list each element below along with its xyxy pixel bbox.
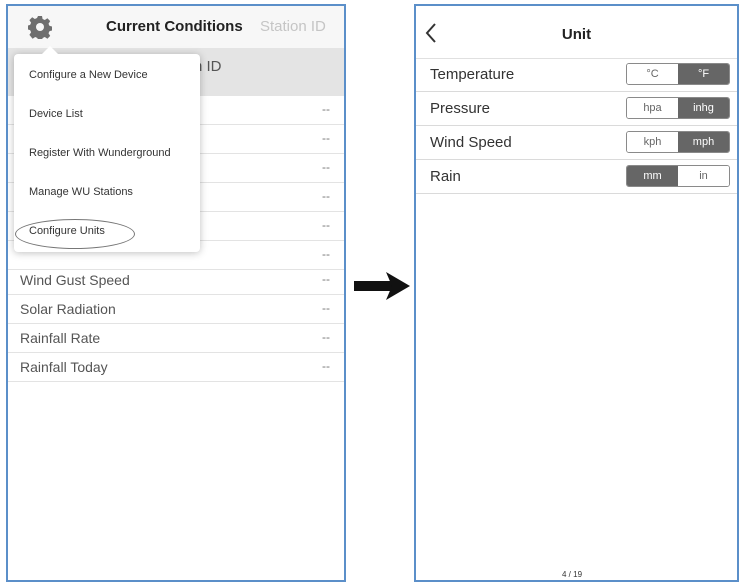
menu-item-manage-wu-stations[interactable]: Manage WU Stations: [14, 173, 200, 212]
celsius-option[interactable]: °C: [627, 64, 678, 84]
settings-menu: Configure a New Device Device List Regis…: [14, 46, 200, 252]
top-bar: Unit: [416, 6, 737, 59]
page-title: Unit: [561, 26, 592, 43]
kph-option[interactable]: kph: [627, 132, 678, 152]
list-item-label: Solar Radiation: [20, 301, 116, 317]
list-item-label: Rainfall Rate: [20, 330, 101, 346]
gear-icon[interactable]: [28, 15, 52, 39]
list-item-value: --: [322, 189, 330, 203]
menu-item-label: Configure a New Device: [29, 69, 148, 81]
list-item: Solar Radiation --: [8, 295, 344, 324]
fahrenheit-option[interactable]: °F: [678, 64, 729, 84]
list-item-label: Rainfall Today: [20, 359, 108, 375]
unit-row-pressure: Pressure hpa inhg: [416, 92, 737, 126]
pressure-unit-toggle: hpa inhg: [626, 97, 730, 119]
rain-unit-toggle: mm in: [626, 165, 730, 187]
list-item-value: --: [322, 272, 330, 286]
list-item-value: --: [322, 359, 330, 373]
list-item-value: --: [322, 160, 330, 174]
menu-item-configure-new-device[interactable]: Configure a New Device: [14, 56, 200, 95]
list-item-value: --: [322, 330, 330, 344]
hpa-option[interactable]: hpa: [627, 98, 678, 118]
menu-item-label: Device List: [29, 108, 83, 120]
list-item-value: --: [322, 102, 330, 116]
unit-settings-screen: Unit Temperature °C °F Pressure hpa inhg…: [414, 4, 739, 582]
unit-row-rain: Rain mm in: [416, 160, 737, 194]
list-item: Rainfall Rate --: [8, 324, 344, 353]
inhg-option[interactable]: inhg: [678, 98, 729, 118]
unit-row-label: Wind Speed: [430, 134, 512, 151]
list-item-value: --: [322, 247, 330, 261]
list-item-value: --: [322, 218, 330, 232]
page-title: Current Conditions: [106, 18, 243, 35]
current-conditions-screen: Current Conditions Station ID n ID -- --…: [6, 4, 346, 582]
right-arrow-icon: [354, 272, 410, 300]
unit-row-label: Temperature: [430, 66, 515, 83]
unit-row-label: Rain: [430, 168, 461, 185]
in-option[interactable]: in: [678, 166, 729, 186]
list-item-value: --: [322, 131, 330, 145]
unit-row-label: Pressure: [430, 100, 491, 117]
station-id-tab[interactable]: Station ID: [260, 18, 326, 35]
menu-item-register-wunderground[interactable]: Register With Wunderground: [14, 134, 200, 173]
list-item-value: --: [322, 301, 330, 315]
list-item: Rainfall Today --: [8, 353, 344, 382]
menu-item-label: Register With Wunderground: [29, 147, 171, 159]
mph-option[interactable]: mph: [678, 132, 729, 152]
wind-speed-unit-toggle: kph mph: [626, 131, 730, 153]
list-item-label: Wind Gust Speed: [20, 272, 130, 288]
unit-row-temperature: Temperature °C °F: [416, 58, 737, 92]
list-item: Wind Gust Speed --: [8, 266, 344, 295]
unit-row-wind-speed: Wind Speed kph mph: [416, 126, 737, 160]
temperature-unit-toggle: °C °F: [626, 63, 730, 85]
page-indicator: 4 / 19: [562, 570, 583, 579]
highlight-circle: [15, 219, 135, 249]
menu-item-device-list[interactable]: Device List: [14, 95, 200, 134]
top-bar: Current Conditions Station ID: [8, 6, 344, 49]
mm-option[interactable]: mm: [627, 166, 678, 186]
menu-item-label: Manage WU Stations: [29, 186, 133, 198]
menu-pointer: [42, 46, 58, 54]
